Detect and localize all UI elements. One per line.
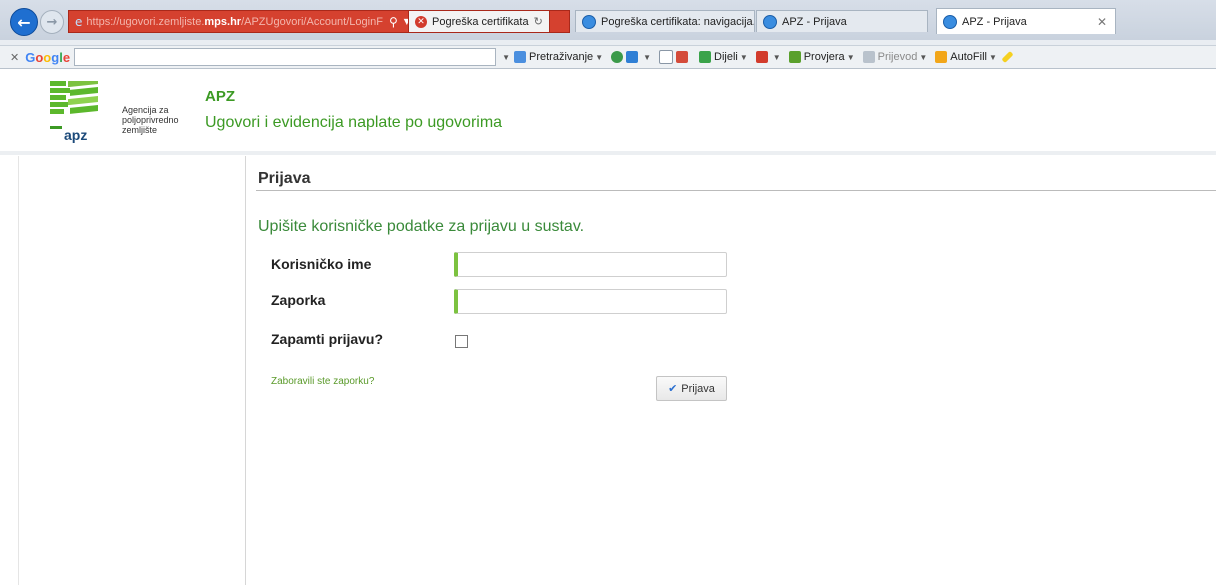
- header-divider: [0, 151, 1216, 155]
- url-host: mps.hr: [204, 15, 242, 28]
- toolbar-items: Pretraživanje ▼ ▼ Dijeli ▼ ▼ Provjera ▼ Pri…: [513, 50, 1014, 64]
- tab-apz-prijava-active[interactable]: APZ - Prijava ✕: [936, 8, 1116, 34]
- browser-chrome: ← → e https://ugovori.zemljiste. mps.hr/A…: [0, 0, 1216, 69]
- ie-tab-icon: [763, 14, 777, 29]
- error-icon: ✕: [415, 15, 427, 28]
- search-icon[interactable]: ⚲: [389, 15, 398, 29]
- app-title: APZ: [205, 88, 235, 105]
- page-title: Prijava: [258, 170, 311, 187]
- toolbar-item-autofill[interactable]: AutoFill ▼: [935, 51, 997, 64]
- tab-row: ← → e https://ugovori.zemljiste. mps.hr/A…: [0, 0, 1216, 40]
- tab-label: APZ - Prijava: [962, 15, 1027, 28]
- autofill-icon: [935, 51, 948, 64]
- cert-error-badge[interactable]: ✕ Pogreška certifikata ↻: [408, 10, 550, 33]
- remember-checkbox[interactable]: [455, 335, 468, 348]
- tab-label: APZ - Prijava: [782, 15, 847, 28]
- highlighter-icon[interactable]: [1001, 51, 1014, 64]
- google-search-input[interactable]: [74, 48, 497, 66]
- globe-icon: [611, 51, 624, 64]
- toolbar-item-provjera[interactable]: Provjera ▼: [788, 51, 855, 64]
- username-field[interactable]: [454, 252, 727, 277]
- password-label: Zaporka: [271, 292, 326, 308]
- tab-apz-prijava[interactable]: APZ - Prijava: [756, 10, 928, 32]
- ie-page-icon: e: [75, 14, 83, 29]
- username-label: Korisničko ime: [271, 256, 372, 272]
- logo-text: apz: [64, 127, 88, 143]
- spellcheck-icon: [788, 51, 801, 64]
- cert-error-label: Pogreška certifikata: [432, 15, 529, 28]
- close-icon[interactable]: ✕: [1097, 15, 1107, 29]
- check-icon: ✔: [668, 382, 678, 395]
- site-header: apz Agencija za poljoprivredno zemljište…: [0, 69, 1216, 151]
- url-path: /APZUgovori/Account/LoginF: [241, 15, 383, 28]
- toolbar-item-prijevod[interactable]: Prijevod ▼: [862, 51, 927, 64]
- gplus-icon: [676, 51, 689, 63]
- sidebar: [18, 156, 246, 585]
- translate-icon: [862, 51, 875, 64]
- puzzle-icon: [626, 51, 639, 64]
- mail-icon: [659, 50, 674, 64]
- login-button-label: Prijava: [681, 382, 715, 395]
- toolbar-youtube[interactable]: ▼: [755, 51, 781, 64]
- url-prefix: https://ugovori.zemljiste.: [86, 15, 205, 28]
- forgot-password-link[interactable]: Zaboravili ste zaporku?: [271, 376, 374, 387]
- title-divider: [256, 190, 1216, 191]
- app-subtitle: Ugovori i evidencija naplate po ugovorim…: [205, 114, 503, 131]
- toolbar-item-pretrazivanje[interactable]: Pretraživanje ▼: [513, 51, 603, 64]
- dropdown-icon[interactable]: ▼: [502, 53, 510, 62]
- toolbar-globe[interactable]: ▼: [611, 51, 651, 64]
- forward-button[interactable]: →: [40, 10, 64, 34]
- remember-label: Zapamti prijavu?: [271, 331, 384, 347]
- google-toolbar: ✕ Google ▼ Pretraživanje ▼ ▼ Dijeli ▼ ▼ Pr…: [0, 45, 1216, 68]
- share-icon: [699, 51, 712, 64]
- search-bar-icon: [513, 51, 526, 64]
- login-button[interactable]: ✔ Prijava: [656, 376, 727, 401]
- password-field[interactable]: [454, 289, 727, 314]
- login-intro: Upišite korisničke podatke za prijavu u …: [258, 218, 585, 235]
- ie-tab-icon: [943, 14, 957, 29]
- google-logo: Google: [25, 49, 71, 65]
- tab-cert-error[interactable]: Pogreška certifikata: navigacija...: [575, 10, 755, 32]
- toolbar-mail[interactable]: [659, 50, 691, 64]
- toolbar-item-dijeli[interactable]: Dijeli ▼: [699, 51, 748, 64]
- toolbar-close-icon[interactable]: ✕: [10, 51, 19, 64]
- tab-label: Pogreška certifikata: navigacija...: [601, 15, 755, 28]
- back-button[interactable]: ←: [10, 8, 38, 36]
- youtube-icon: [755, 51, 768, 64]
- refresh-icon[interactable]: ↻: [534, 15, 543, 28]
- ie-tab-icon: [582, 14, 596, 29]
- org-name: Agencija za poljoprivredno zemljište: [122, 105, 179, 135]
